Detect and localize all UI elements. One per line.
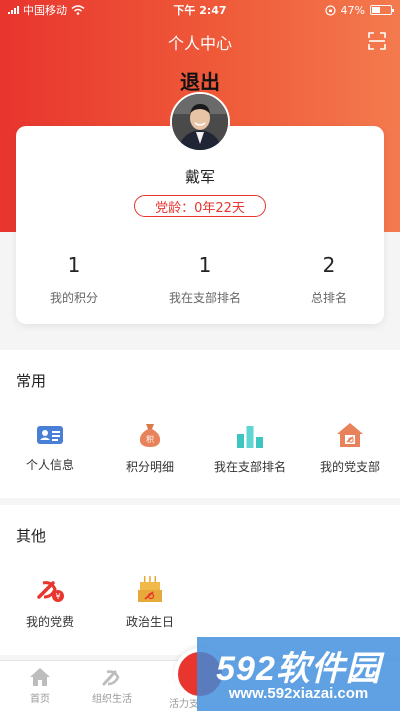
stat-value: 1 [67, 253, 81, 277]
stat-label: 我的积分 [49, 291, 98, 305]
svg-text:¥: ¥ [55, 592, 60, 601]
battery-icon [370, 5, 394, 15]
stat-points[interactable]: 1 我的积分 [9, 253, 139, 306]
grid-item-branch-ranking[interactable]: 我在支部排名 [200, 424, 300, 475]
user-name: 戴军 [184, 168, 215, 186]
tab-org-life[interactable]: 组织生活 [72, 667, 152, 705]
stat-branch-rank[interactable]: 1 我在支部排名 [140, 253, 270, 306]
grid-item-label: 我的党费 [25, 615, 74, 629]
battery-percent: 47% [340, 3, 365, 17]
signal-icon [8, 6, 19, 14]
points-bag-icon: 积 [139, 424, 161, 447]
grid-item-points-detail[interactable]: 积 积分明细 [100, 422, 200, 475]
grid-item-personal-info[interactable]: 个人信息 [0, 424, 100, 473]
logout-button[interactable]: 退出 [0, 66, 400, 95]
birthday-cake-icon [138, 576, 162, 602]
grid-item-label: 我的党支部 [319, 460, 380, 474]
watermark-url: www.592xiazai.com [228, 685, 369, 702]
orientation-lock-icon [324, 4, 336, 16]
scan-icon[interactable] [368, 32, 386, 50]
stat-value: 2 [322, 253, 336, 277]
avatar[interactable] [170, 92, 230, 152]
common-section: 常用 个人信息 积 积分明细 我在支部排名 我的党支部 [0, 350, 400, 498]
page-title: 个人中心 [167, 34, 232, 53]
carrier-name: 中国移动 [23, 4, 67, 17]
svg-text:积: 积 [146, 434, 154, 444]
status-time: 下午 2:47 [173, 4, 227, 17]
grid-item-label: 积分明细 [125, 460, 174, 474]
grid-item-party-fee[interactable]: ¥ 我的党费 [0, 577, 100, 630]
grid-item-label: 政治生日 [125, 615, 174, 629]
party-age-badge: 党龄：0年22天 [134, 195, 266, 217]
grid-item-label: 我在支部排名 [213, 460, 286, 474]
other-section: 其他 ¥ 我的党费 政治生日 [0, 505, 400, 655]
stat-label: 总排名 [310, 291, 347, 305]
watermark-brand: 592软件园 [216, 650, 381, 688]
tab-home[interactable]: 首页 [0, 667, 80, 705]
tab-label: 首页 [30, 694, 50, 705]
section-title: 其他 [16, 527, 47, 545]
party-emblem-icon [102, 670, 120, 686]
tab-label: 组织生活 [92, 694, 132, 705]
party-branch-house-icon [337, 423, 363, 447]
grid-item-political-birthday[interactable]: 政治生日 [100, 575, 200, 630]
grid-item-my-branch[interactable]: 我的党支部 [300, 422, 400, 475]
party-fee-icon: ¥ [37, 581, 64, 602]
ranking-bars-icon [237, 426, 263, 448]
section-title: 常用 [16, 372, 47, 390]
watermark: 592软件园 www.592xiazai.com [197, 637, 400, 711]
status-bar: 中国移动 下午 2:47 47% [0, 0, 400, 20]
grid-item-label: 个人信息 [25, 458, 74, 472]
stat-label: 我在支部排名 [168, 291, 241, 305]
stat-total-rank[interactable]: 2 总排名 [264, 253, 394, 306]
id-card-icon [37, 426, 63, 444]
home-icon [30, 668, 50, 686]
stat-value: 1 [198, 253, 212, 277]
wifi-icon [71, 5, 85, 15]
